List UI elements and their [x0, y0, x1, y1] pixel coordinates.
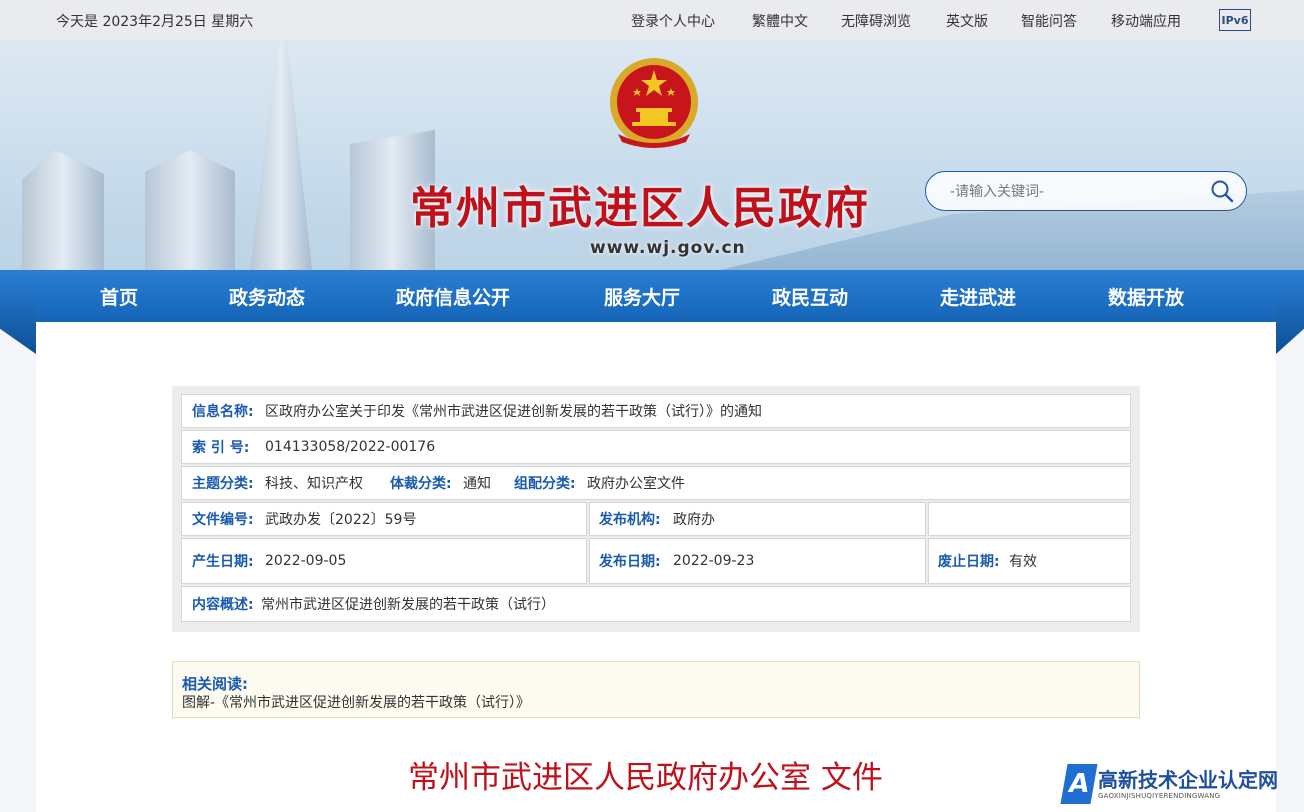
info-row-index: 索 引 号: 014133058/2022-00176	[181, 430, 1131, 464]
related-reading-heading: 相关阅读:	[182, 675, 248, 693]
watermark-letter-icon: A	[1060, 764, 1098, 804]
info-created-value: 2022-09-05	[265, 553, 347, 569]
info-genre-label: 体裁分类:	[390, 476, 452, 492]
info-cell-docno: 文件编号: 武政办发〔2022〕59号	[181, 502, 587, 536]
search-box	[925, 171, 1247, 211]
info-name-label: 信息名称:	[192, 404, 254, 420]
document-info-table: 信息名称: 区政府办公室关于印发《常州市武进区促进创新发展的若干政策（试行）》的…	[172, 386, 1140, 632]
info-docno-label: 文件编号:	[192, 512, 254, 528]
info-summary-label: 内容概述:	[192, 597, 254, 613]
info-cell-expire: 废止日期: 有效	[928, 538, 1131, 584]
nav-item-service-hall[interactable]: 服务大厅	[604, 283, 680, 310]
watermark-title: 高新技术企业认定网	[1098, 768, 1278, 792]
info-org-category-value: 政府办公室文件	[587, 476, 685, 492]
site-title: 常州市武进区人民政府	[410, 183, 870, 234]
watermark-logo: A 高新技术企业认定网 GAOXINJISHUQIYERENDINGWANG	[1058, 762, 1304, 812]
skyline-building	[145, 150, 235, 270]
info-row-name: 信息名称: 区政府办公室关于印发《常州市武进区促进创新发展的若干政策（试行）》的…	[181, 394, 1131, 428]
info-index-value: 014133058/2022-00176	[265, 439, 436, 455]
nav-item-home[interactable]: 首页	[100, 283, 138, 310]
info-topic-value: 科技、知识产权	[265, 476, 363, 492]
info-topic-label: 主题分类:	[192, 476, 254, 492]
info-created-label: 产生日期:	[192, 554, 254, 570]
english-version-link[interactable]: 英文版	[946, 11, 988, 31]
info-publisher-value: 政府办	[673, 512, 715, 528]
info-row-categories: 主题分类: 科技、知识产权 体裁分类: 通知 组配分类: 政府办公室文件	[181, 466, 1131, 500]
info-index-label: 索 引 号:	[192, 440, 250, 456]
info-expire-value: 有效	[1009, 554, 1037, 570]
site-url: www.wj.gov.cn	[590, 238, 746, 258]
info-org-category-label: 组配分类:	[514, 476, 576, 492]
national-emblem-icon	[610, 58, 698, 148]
info-summary-value: 常州市武进区促进创新发展的若干政策（试行）	[261, 597, 555, 613]
info-published-value: 2022-09-23	[673, 553, 755, 569]
document-title: 常州市武进区人民政府办公室 文件	[408, 760, 883, 796]
ipv6-badge: IPv6	[1219, 9, 1251, 31]
info-expire-label: 废止日期:	[938, 554, 1000, 570]
info-publisher-label: 发布机构:	[599, 512, 661, 528]
main-nav: 首页 政务动态 政府信息公开 服务大厅 政民互动 走进武进 数据开放	[0, 270, 1304, 354]
accessibility-link[interactable]: 无障碍浏览	[841, 11, 911, 31]
info-cell-created: 产生日期: 2022-09-05	[181, 538, 587, 584]
mobile-app-link[interactable]: 移动端应用	[1111, 11, 1181, 31]
search-icon[interactable]	[1210, 179, 1234, 203]
search-input[interactable]	[948, 181, 1192, 203]
login-personal-center-link[interactable]: 登录个人中心	[631, 11, 715, 31]
nav-item-interaction[interactable]: 政民互动	[772, 283, 848, 310]
watermark-subtitle: GAOXINJISHUQIYERENDINGWANG	[1098, 792, 1221, 800]
info-cell-publisher: 发布机构: 政府办	[589, 502, 926, 536]
related-reading-box: 相关阅读: 图解-《常州市武进区促进创新发展的若干政策（试行）》	[172, 661, 1140, 718]
info-name-value: 区政府办公室关于印发《常州市武进区促进创新发展的若干政策（试行）》的通知	[265, 404, 762, 420]
current-date: 今天是 2023年2月25日 星期六	[56, 14, 254, 30]
nav-item-about-wujin[interactable]: 走进武进	[940, 283, 1016, 310]
skyline-tower	[250, 40, 312, 270]
info-genre-value: 通知	[463, 476, 491, 492]
nav-left-ribbon	[0, 270, 36, 354]
nav-item-news[interactable]: 政务动态	[229, 283, 305, 310]
top-utility-bar: 今天是 2023年2月25日 星期六 登录个人中心 繁體中文 无障碍浏览 英文版…	[0, 0, 1304, 40]
related-reading-link[interactable]: 图解-《常州市武进区促进创新发展的若干政策（试行）》	[182, 692, 530, 712]
nav-item-info-disclosure[interactable]: 政府信息公开	[396, 283, 510, 310]
skyline-building	[22, 150, 104, 270]
traditional-chinese-link[interactable]: 繁體中文	[752, 11, 808, 31]
info-published-label: 发布日期:	[599, 554, 661, 570]
info-docno-value: 武政办发〔2022〕59号	[265, 512, 417, 528]
nav-right-ribbon	[1276, 270, 1304, 354]
header-banner: 常州市武进区人民政府 www.wj.gov.cn	[0, 40, 1304, 270]
nav-item-open-data[interactable]: 数据开放	[1108, 283, 1184, 310]
smart-qa-link[interactable]: 智能问答	[1021, 11, 1077, 31]
info-cell-published: 发布日期: 2022-09-23	[589, 538, 926, 584]
info-row-summary: 内容概述: 常州市武进区促进创新发展的若干政策（试行）	[181, 586, 1131, 622]
info-cell-empty	[928, 502, 1131, 536]
